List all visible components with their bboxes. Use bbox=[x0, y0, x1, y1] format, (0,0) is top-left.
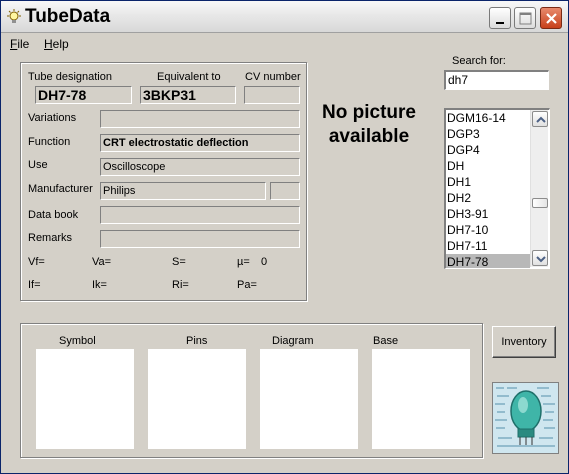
symbol-label: Symbol bbox=[59, 335, 96, 347]
use-label: Use bbox=[28, 159, 48, 171]
maximize-button[interactable] bbox=[514, 7, 536, 29]
tube-designation-label: Tube designation bbox=[28, 71, 112, 83]
bulb-icon bbox=[6, 9, 22, 25]
inventory-button[interactable]: Inventory bbox=[492, 326, 556, 358]
base-image bbox=[372, 349, 470, 449]
pins-image bbox=[148, 349, 246, 449]
close-button[interactable] bbox=[540, 7, 562, 29]
ik-label: Ik= bbox=[92, 279, 107, 291]
remarks-label: Remarks bbox=[28, 232, 73, 244]
list-item[interactable]: DH7-78 bbox=[446, 254, 530, 268]
scroll-up-button[interactable] bbox=[532, 111, 548, 127]
data-book-label: Data book bbox=[28, 209, 79, 221]
close-icon bbox=[546, 13, 557, 24]
pins-label: Pins bbox=[186, 335, 208, 347]
list-item[interactable]: DH7-10 bbox=[446, 222, 530, 238]
manufacturer-label: Manufacturer bbox=[28, 183, 93, 195]
minimize-button[interactable] bbox=[489, 7, 511, 29]
scroll-down-icon bbox=[536, 256, 546, 263]
scroll-down-button[interactable] bbox=[532, 250, 548, 266]
title-bar[interactable]: TubeData bbox=[1, 1, 568, 33]
ri-label: Ri= bbox=[172, 279, 189, 291]
function-field[interactable]: CRT electrostatic deflection bbox=[100, 134, 300, 152]
list-item[interactable]: DH7-11 bbox=[446, 238, 530, 254]
use-field[interactable]: Oscilloscope bbox=[100, 158, 300, 176]
va-label: Va= bbox=[92, 256, 112, 268]
diagram-image bbox=[260, 349, 358, 449]
vf-label: Vf= bbox=[28, 256, 45, 268]
mu-label: µ= bbox=[237, 256, 250, 268]
base-label: Base bbox=[373, 335, 399, 347]
manufacturer-code-field[interactable] bbox=[270, 182, 300, 200]
pa-label: Pa= bbox=[237, 279, 257, 291]
diagram-label: Diagram bbox=[272, 335, 314, 347]
search-label: Search for: bbox=[452, 55, 506, 67]
app-window: TubeData File Help Tube designation Equi… bbox=[0, 0, 569, 474]
search-input[interactable]: dh7 bbox=[444, 70, 549, 90]
data-book-field[interactable] bbox=[100, 206, 300, 224]
tube-designation-field[interactable]: DH7-78 bbox=[35, 86, 132, 104]
list-item[interactable]: DGP3 bbox=[446, 126, 530, 142]
list-item[interactable]: DH1 bbox=[446, 174, 530, 190]
tube-list: DGM16-14 DGP3 DGP4 DH DH1 DH2 DH3-91 DH7-10 DH7-… bbox=[446, 110, 530, 268]
equivalent-field[interactable]: 3BKP31 bbox=[140, 86, 236, 104]
menu-bar: File Help bbox=[1, 34, 568, 53]
menu-file[interactable]: File bbox=[10, 37, 29, 51]
variations-label: Variations bbox=[28, 112, 77, 124]
menu-help[interactable]: Help bbox=[44, 37, 69, 51]
list-item[interactable]: DH2 bbox=[446, 190, 530, 206]
no-picture-text: No picture available bbox=[322, 102, 416, 147]
manufacturer-field[interactable]: Philips bbox=[100, 182, 266, 200]
variations-field[interactable] bbox=[100, 110, 300, 128]
list-item[interactable]: DGP4 bbox=[446, 142, 530, 158]
scroll-up-icon bbox=[536, 116, 546, 123]
equivalent-label: Equivalent to bbox=[157, 71, 221, 83]
scroll-thumb[interactable] bbox=[532, 198, 548, 208]
list-item[interactable]: DGM16-14 bbox=[446, 110, 530, 126]
minimize-icon bbox=[496, 22, 504, 24]
cv-number-label: CV number bbox=[245, 71, 301, 83]
window-title: TubeData bbox=[25, 6, 111, 27]
tube-logo bbox=[492, 382, 559, 454]
list-scrollbar[interactable] bbox=[530, 110, 548, 267]
s-label: S= bbox=[172, 256, 186, 268]
tube-listbox[interactable]: DGM16-14 DGP3 DGP4 DH DH1 DH2 DH3-91 DH7-10 DH7-… bbox=[444, 108, 550, 269]
function-label: Function bbox=[28, 136, 71, 148]
list-item[interactable]: DH bbox=[446, 158, 530, 174]
symbol-image bbox=[36, 349, 134, 449]
if-label: If= bbox=[28, 279, 41, 291]
maximize-icon bbox=[519, 12, 532, 25]
cv-number-field[interactable] bbox=[244, 86, 300, 104]
remarks-field[interactable] bbox=[100, 230, 300, 248]
mu-value: 0 bbox=[261, 256, 268, 268]
list-item[interactable]: DH3-91 bbox=[446, 206, 530, 222]
